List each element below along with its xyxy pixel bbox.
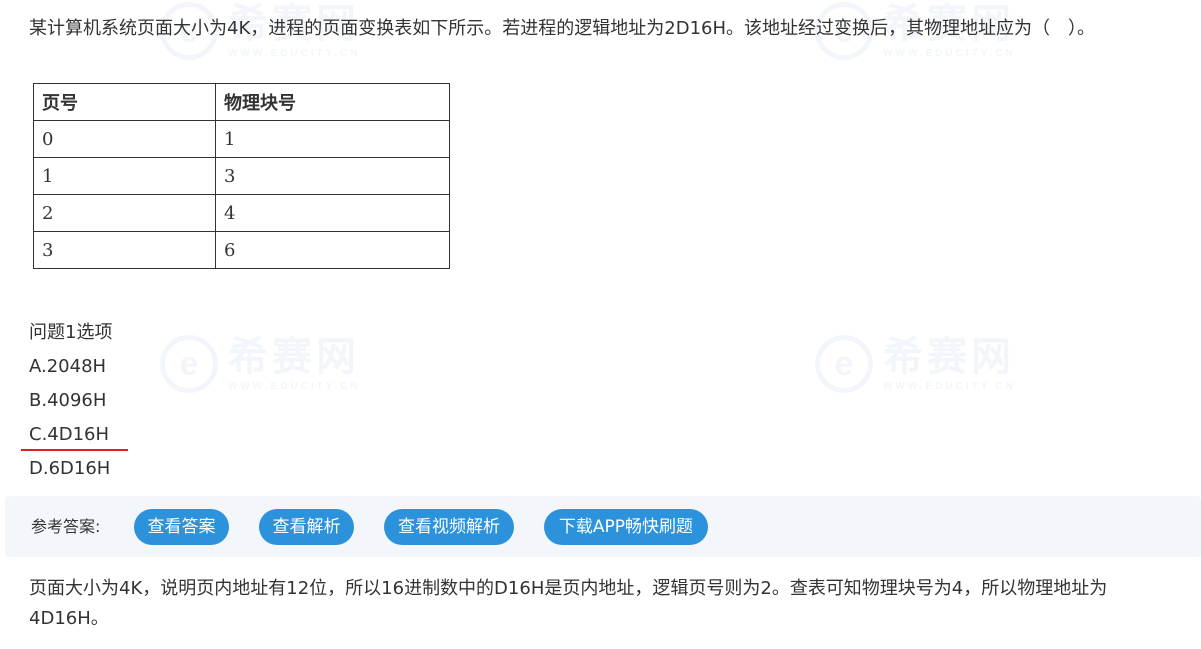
watermark: e 希赛网 WWW.EDUCITY.CN — [160, 335, 361, 393]
educity-logo-icon: e — [160, 335, 218, 393]
cell-page: 2 — [33, 194, 216, 232]
table-header-row: 页号 物理块号 — [33, 83, 450, 121]
cell-block: 6 — [215, 231, 450, 269]
educity-logo-icon: e — [815, 335, 873, 393]
cell-block: 3 — [215, 157, 450, 195]
table-row: 0 1 — [33, 120, 450, 158]
cell-page: 0 — [33, 120, 216, 158]
table-row: 1 3 — [33, 157, 450, 195]
explanation-text: 页面大小为4K，说明页内地址有12位，所以16进制数中的D16H是页内地址，逻辑… — [29, 578, 1108, 629]
view-answer-button[interactable]: 查看答案 — [134, 509, 229, 545]
option-d[interactable]: D.6D16H — [29, 452, 112, 486]
header-page-number: 页号 — [33, 83, 216, 121]
view-video-analysis-button[interactable]: 查看视频解析 — [384, 509, 514, 545]
cell-block: 1 — [215, 120, 450, 158]
correct-answer-underline — [21, 449, 128, 451]
watermark-brand: 希赛网 — [883, 333, 1015, 380]
option-c[interactable]: C.4D16H — [29, 418, 112, 452]
table-row: 2 4 — [33, 194, 450, 232]
cell-page: 3 — [33, 231, 216, 269]
download-app-button[interactable]: 下载APP畅快刷题 — [544, 509, 708, 545]
view-analysis-button[interactable]: 查看解析 — [259, 509, 354, 545]
watermark: e 希赛网 WWW.EDUCITY.CN — [815, 335, 1016, 393]
watermark-domain: WWW.EDUCITY.CN — [883, 47, 1016, 59]
question-text: 某计算机系统页面大小为4K，进程的页面变换表如下所示。若进程的逻辑地址为2D16… — [29, 18, 1096, 39]
watermark-domain: WWW.EDUCITY.CN — [228, 380, 361, 392]
watermark-brand: 希赛网 — [228, 333, 360, 380]
cell-block: 4 — [215, 194, 450, 232]
header-block-number: 物理块号 — [215, 83, 450, 121]
answer-label: 参考答案: — [31, 517, 101, 536]
table-row: 3 6 — [33, 231, 450, 269]
watermark-domain: WWW.EDUCITY.CN — [883, 380, 1016, 392]
cell-page: 1 — [33, 157, 216, 195]
option-a[interactable]: A.2048H — [29, 350, 112, 384]
page-table: 页号 物理块号 0 1 1 3 2 4 3 6 — [33, 83, 450, 269]
options-title: 问题1选项 — [29, 322, 113, 343]
option-b[interactable]: B.4096H — [29, 384, 112, 418]
watermark-domain: WWW.EDUCITY.CN — [228, 47, 361, 59]
options-list: 问题1选项 A.2048H B.4096H C.4D16H D.6D16H — [29, 316, 112, 486]
